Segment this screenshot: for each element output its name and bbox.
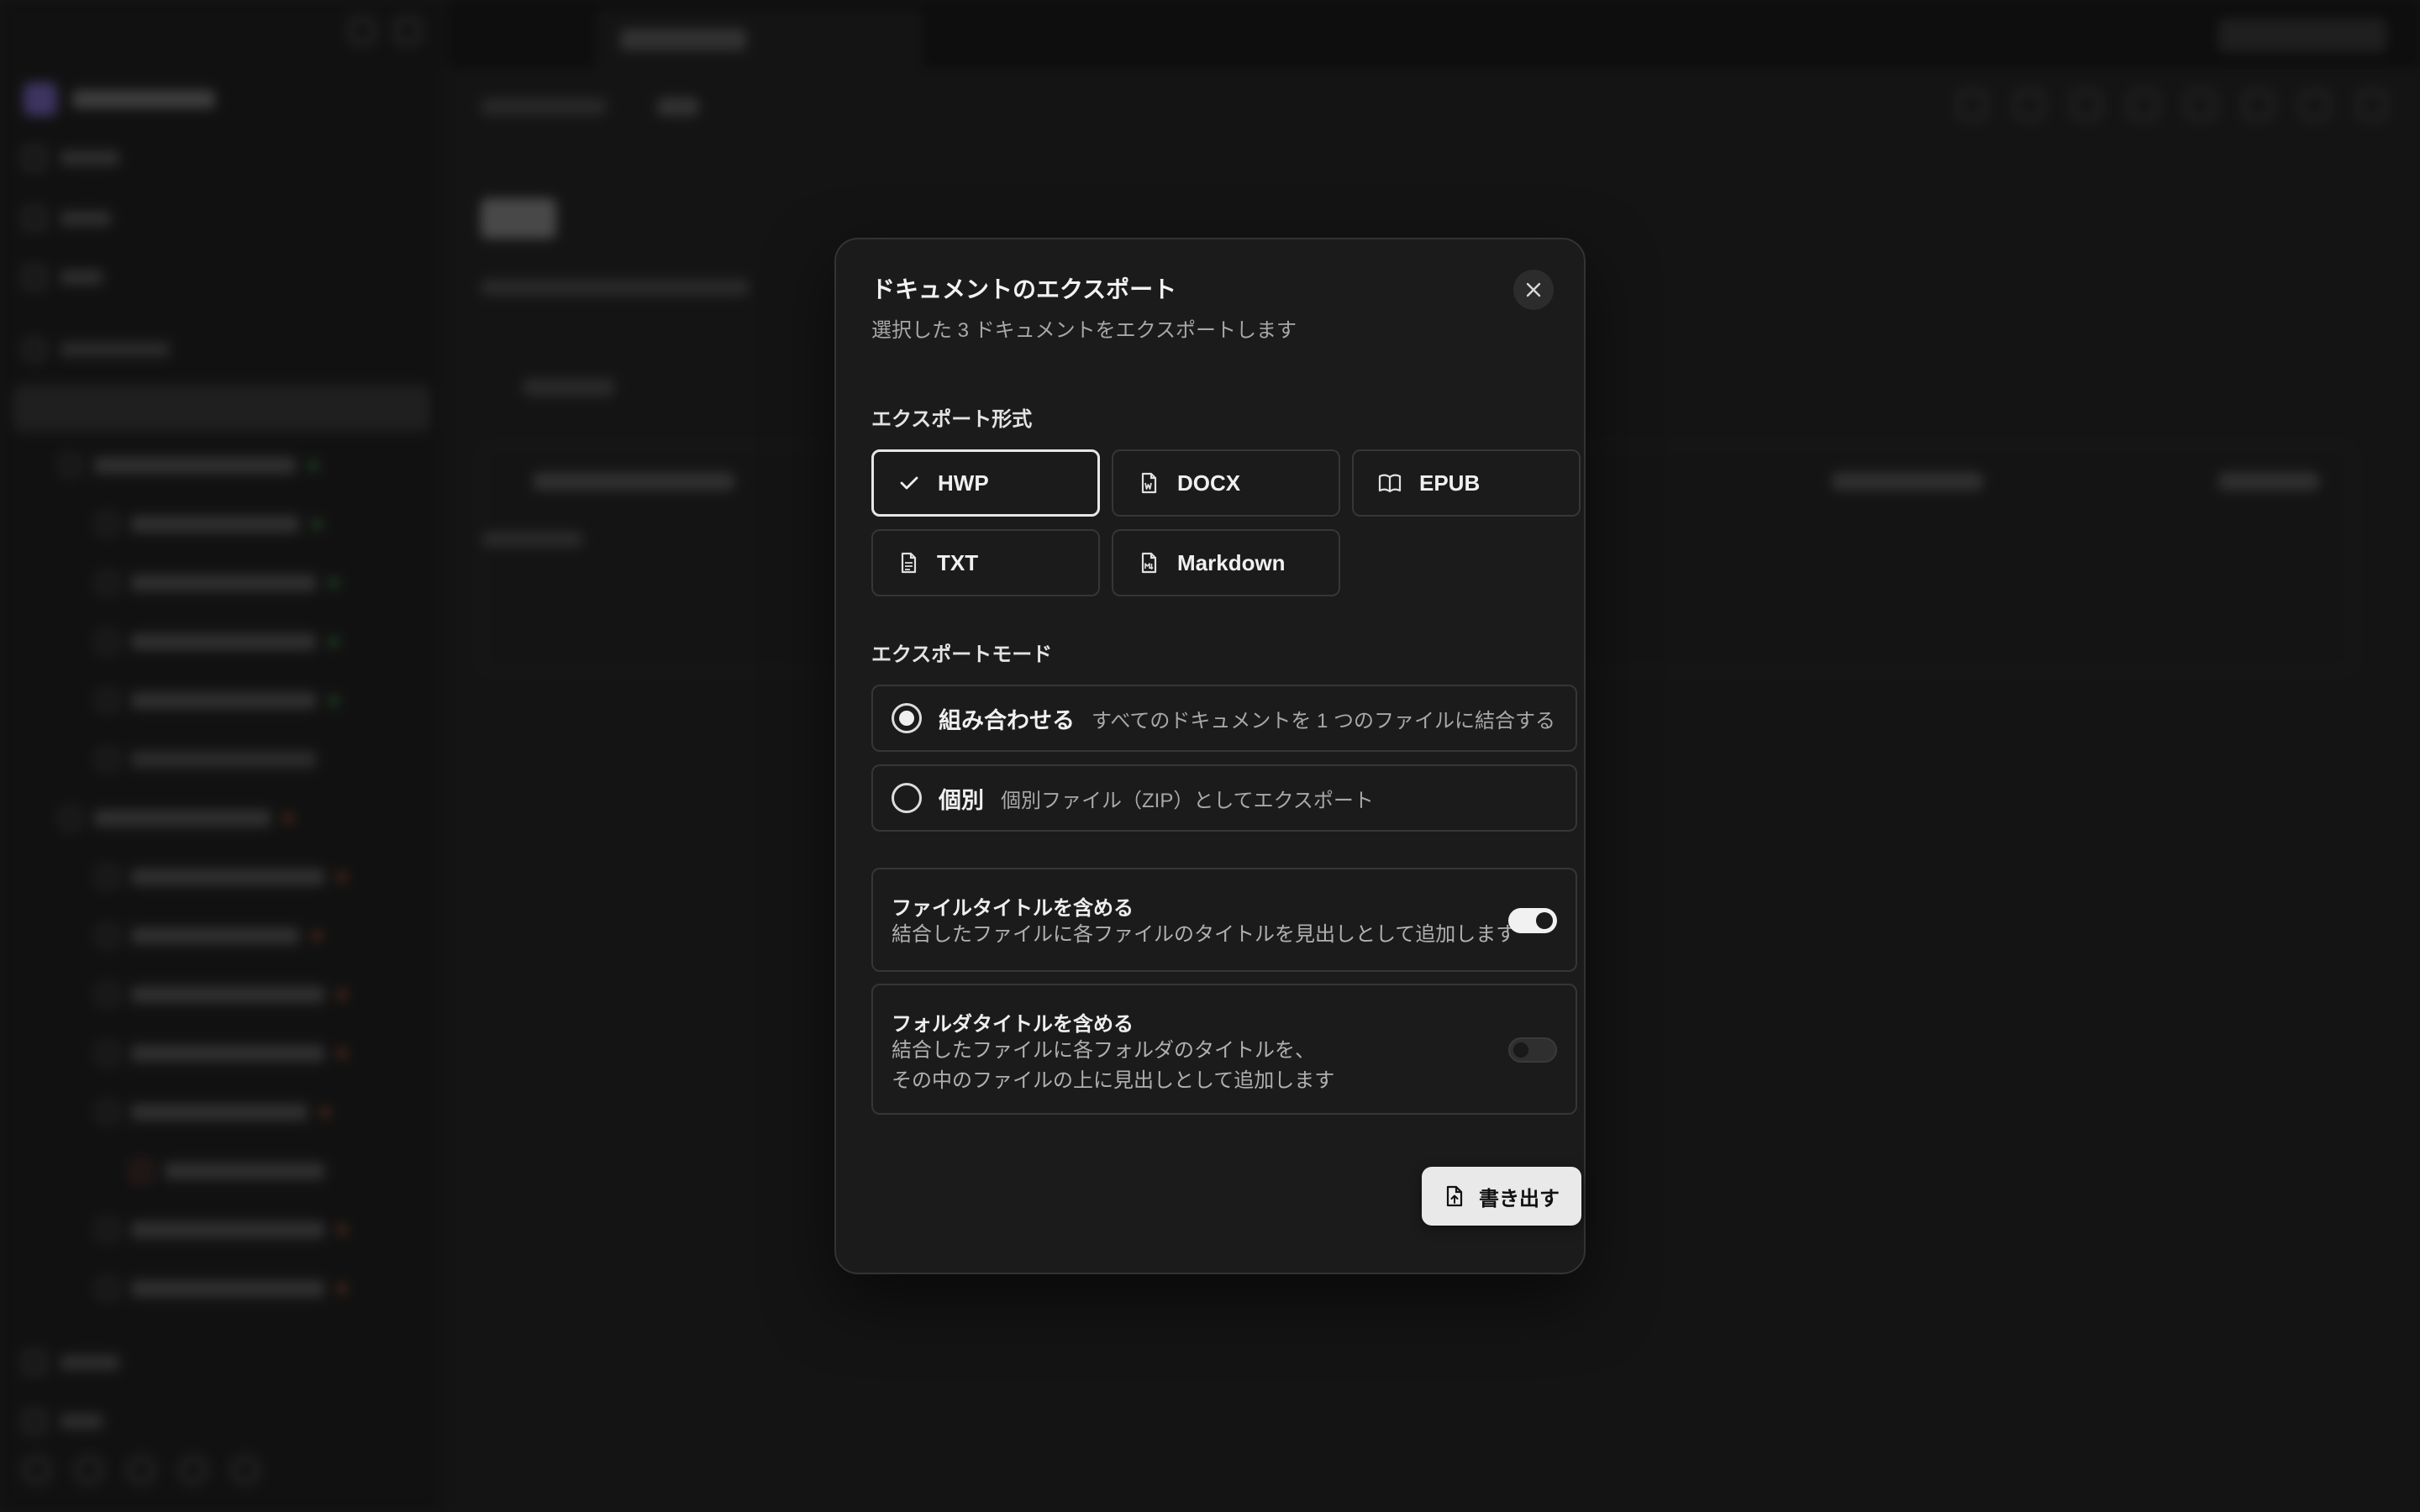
option-include-file-title: ファイルタイトルを含める 結合したファイルに各ファイルのタイトルを見出しとして追… xyxy=(871,868,1577,972)
format-section-label: エクスポート形式 xyxy=(871,408,1033,431)
mode-label: 組み合わせる xyxy=(939,707,1075,733)
format-option-markdown[interactable]: Markdown xyxy=(1112,529,1340,596)
export-dialog: ドキュメントのエクスポート 選択した 3 ドキュメントをエクスポートします エク… xyxy=(834,238,1586,1274)
format-option-epub[interactable]: EPUB xyxy=(1352,449,1581,517)
file-title-toggle[interactable] xyxy=(1508,908,1557,933)
radio-unselected[interactable] xyxy=(892,783,922,813)
folder-title-toggle[interactable] xyxy=(1508,1037,1557,1063)
format-label: HWP xyxy=(938,470,989,496)
radio-selected[interactable] xyxy=(892,703,922,733)
file-export-icon xyxy=(1446,1185,1463,1207)
option-title: フォルダタイトルを含める xyxy=(892,1013,1134,1036)
export-button-label: 書き出す xyxy=(1479,1187,1560,1210)
mode-label: 個別 xyxy=(939,787,984,813)
format-option-hwp[interactable]: HWP xyxy=(871,449,1100,517)
option-description: 結合したファイルに各フォルダのタイトルを、 xyxy=(892,1039,1315,1062)
check-icon xyxy=(900,476,918,490)
format-label: EPUB xyxy=(1419,470,1481,496)
format-option-txt[interactable]: TXT xyxy=(871,529,1100,596)
mode-description: すべてのドキュメントを 1 つのファイルに結合する xyxy=(1092,709,1556,732)
close-button[interactable] xyxy=(1513,270,1554,310)
format-label: Markdown xyxy=(1177,549,1286,575)
mode-description: 個別ファイル（ZIP）としてエクスポート xyxy=(1001,789,1374,812)
option-description: 結合したファイルに各ファイルのタイトルを見出しとして追加します xyxy=(892,923,1517,946)
export-button[interactable]: 書き出す xyxy=(1422,1167,1581,1226)
close-icon xyxy=(1526,282,1541,297)
format-option-docx[interactable]: DOCX xyxy=(1112,449,1340,517)
option-include-folder-title: フォルダタイトルを含める 結合したファイルに各フォルダのタイトルを、 その中のフ… xyxy=(871,984,1577,1115)
markdown-file-icon xyxy=(1141,552,1157,574)
book-open-icon xyxy=(1378,474,1402,493)
dialog-title: ドキュメントのエクスポート xyxy=(871,276,1177,302)
mode-section-label: エクスポートモード xyxy=(871,643,1053,666)
format-label: TXT xyxy=(937,549,979,575)
dialog-subtitle: 選択した 3 ドキュメントをエクスポートします xyxy=(871,319,1297,342)
word-file-icon xyxy=(1141,472,1157,494)
option-description: その中のファイルの上に見出しとして追加します xyxy=(892,1069,1335,1092)
mode-option-combine[interactable]: 組み合わせる すべてのドキュメントを 1 つのファイルに結合する xyxy=(871,685,1577,752)
mode-option-individual[interactable]: 個別 個別ファイル（ZIP）としてエクスポート xyxy=(871,764,1577,832)
format-label: DOCX xyxy=(1177,470,1241,496)
option-title: ファイルタイトルを含める xyxy=(892,897,1134,920)
text-file-icon xyxy=(901,552,917,574)
